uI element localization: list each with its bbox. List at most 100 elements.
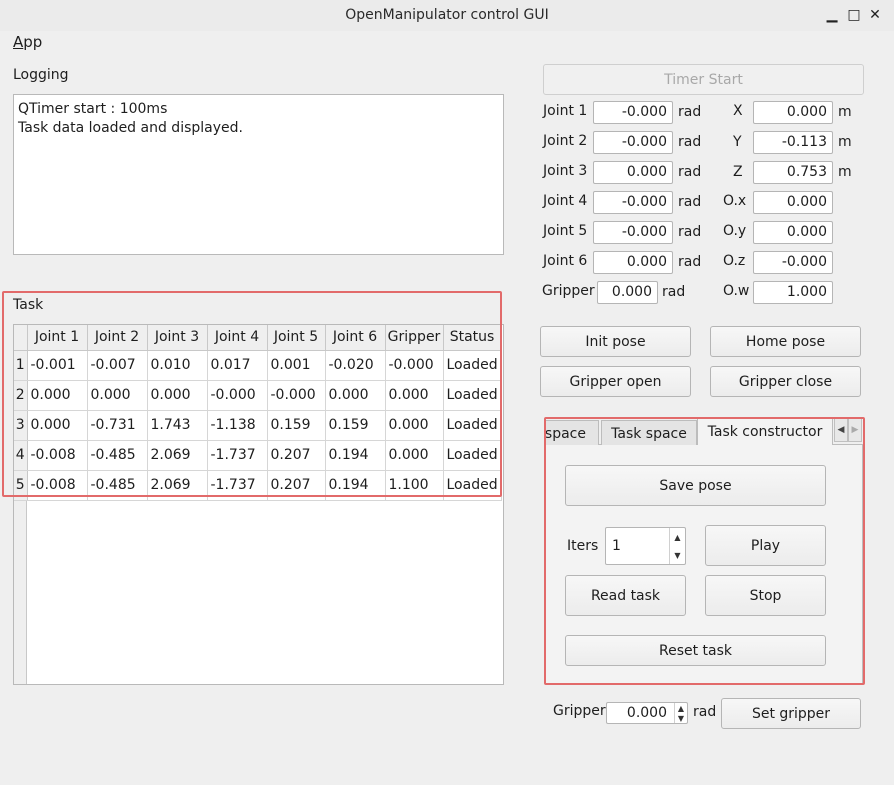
table-cell[interactable]: 0.159: [325, 410, 386, 441]
table-row[interactable]: 4 -0.008 -0.485 2.069 -1.737 0.207 0.194…: [14, 440, 502, 471]
column-header[interactable]: Joint 1: [27, 325, 88, 351]
read-task-button[interactable]: Read task: [565, 575, 686, 616]
row-index[interactable]: 4: [14, 440, 28, 471]
orientation-z-field[interactable]: -0.000: [753, 251, 833, 274]
save-pose-button[interactable]: Save pose: [565, 465, 826, 506]
table-cell[interactable]: 2.069: [147, 440, 208, 471]
joint-4-field[interactable]: -0.000: [593, 191, 673, 214]
table-cell[interactable]: 0.000: [27, 380, 88, 411]
table-cell[interactable]: -0.731: [87, 410, 148, 441]
row-index[interactable]: 3: [14, 410, 28, 441]
table-cell[interactable]: 0.000: [147, 380, 208, 411]
table-cell[interactable]: 1.743: [147, 410, 208, 441]
row-index[interactable]: 2: [14, 380, 28, 411]
table-row[interactable]: 5 -0.008 -0.485 2.069 -1.737 0.207 0.194…: [14, 470, 502, 501]
close-icon[interactable]: ✕: [867, 6, 883, 24]
column-header[interactable]: Status: [443, 325, 502, 351]
stop-button[interactable]: Stop: [705, 575, 826, 616]
row-index[interactable]: 1: [14, 350, 28, 381]
pose-y-field[interactable]: -0.113: [753, 131, 833, 154]
table-cell[interactable]: -0.020: [325, 350, 386, 381]
column-header[interactable]: Joint 6: [325, 325, 386, 351]
maximize-icon[interactable]: □: [846, 6, 862, 24]
table-cell[interactable]: 0.207: [267, 470, 326, 501]
table-cell[interactable]: 1.100: [385, 470, 444, 501]
table-cell[interactable]: 0.010: [147, 350, 208, 381]
table-cell[interactable]: 2.069: [147, 470, 208, 501]
joint-1-field[interactable]: -0.000: [593, 101, 673, 124]
joint-3-field[interactable]: 0.000: [593, 161, 673, 184]
table-cell[interactable]: 0.000: [27, 410, 88, 441]
table-cell[interactable]: -1.737: [207, 440, 268, 471]
table-cell[interactable]: 0.000: [385, 440, 444, 471]
tab-joint-space[interactable]: space: [545, 420, 599, 445]
orientation-y-field[interactable]: 0.000: [753, 221, 833, 244]
table-cell[interactable]: 0.000: [325, 380, 386, 411]
column-header[interactable]: Joint 5: [267, 325, 326, 351]
table-cell[interactable]: Loaded: [443, 350, 502, 381]
column-header[interactable]: Joint 2: [87, 325, 148, 351]
orientation-x-field[interactable]: 0.000: [753, 191, 833, 214]
play-button[interactable]: Play: [705, 525, 826, 566]
table-cell[interactable]: Loaded: [443, 470, 502, 501]
tab-scroll-left-icon[interactable]: ◀: [834, 418, 848, 442]
table-cell[interactable]: Loaded: [443, 410, 502, 441]
iters-spinbox[interactable]: 1 ▲ ▼: [605, 527, 686, 565]
orientation-w-field[interactable]: 1.000: [753, 281, 833, 304]
menu-app[interactable]: App: [13, 33, 42, 51]
table-cell[interactable]: 0.159: [267, 410, 326, 441]
reset-task-button[interactable]: Reset task: [565, 635, 826, 666]
table-cell[interactable]: -0.485: [87, 440, 148, 471]
table-row[interactable]: 3 0.000 -0.731 1.743 -1.138 0.159 0.159 …: [14, 410, 502, 441]
table-cell[interactable]: 0.194: [325, 440, 386, 471]
gripper-open-button[interactable]: Gripper open: [540, 366, 691, 397]
table-cell[interactable]: -0.008: [27, 440, 88, 471]
table-cell[interactable]: 0.000: [87, 380, 148, 411]
table-cell[interactable]: Loaded: [443, 380, 502, 411]
task-table[interactable]: Joint 1 Joint 2 Joint 3 Joint 4 Joint 5 …: [13, 324, 504, 685]
table-cell[interactable]: 0.000: [385, 410, 444, 441]
joint-2-field[interactable]: -0.000: [593, 131, 673, 154]
table-cell[interactable]: -0.485: [87, 470, 148, 501]
column-header[interactable]: Gripper: [385, 325, 444, 351]
table-cell[interactable]: Loaded: [443, 440, 502, 471]
gripper-field[interactable]: 0.000: [597, 281, 658, 304]
init-pose-button[interactable]: Init pose: [540, 326, 691, 357]
minimize-icon[interactable]: ▁: [824, 6, 840, 24]
spin-down-icon[interactable]: ▼: [674, 551, 680, 560]
table-cell[interactable]: -0.000: [267, 380, 326, 411]
iters-stepper[interactable]: ▲ ▼: [669, 528, 685, 564]
table-cell[interactable]: -0.007: [87, 350, 148, 381]
column-header[interactable]: Joint 4: [207, 325, 268, 351]
table-cell[interactable]: -1.737: [207, 470, 268, 501]
set-gripper-button[interactable]: Set gripper: [721, 698, 861, 729]
gripper-stepper[interactable]: ▲ ▼: [674, 703, 687, 723]
tab-task-constructor[interactable]: Task constructor: [697, 417, 833, 445]
table-cell[interactable]: 0.017: [207, 350, 268, 381]
column-header[interactable]: Joint 3: [147, 325, 208, 351]
table-cell[interactable]: -1.138: [207, 410, 268, 441]
timer-start-button[interactable]: Timer Start: [543, 64, 864, 95]
table-cell[interactable]: 0.001: [267, 350, 326, 381]
pose-z-field[interactable]: 0.753: [753, 161, 833, 184]
gripper-spinbox[interactable]: 0.000 ▲ ▼: [606, 702, 688, 724]
table-cell[interactable]: -0.001: [27, 350, 88, 381]
joint-5-field[interactable]: -0.000: [593, 221, 673, 244]
table-cell[interactable]: -0.000: [207, 380, 268, 411]
table-cell[interactable]: -0.008: [27, 470, 88, 501]
tab-scroll-right-icon[interactable]: ▶: [848, 418, 862, 442]
table-cell[interactable]: 0.194: [325, 470, 386, 501]
joint-6-field[interactable]: 0.000: [593, 251, 673, 274]
gripper-close-button[interactable]: Gripper close: [710, 366, 861, 397]
table-cell[interactable]: 0.000: [385, 380, 444, 411]
spin-up-icon[interactable]: ▲: [674, 533, 680, 542]
table-row[interactable]: 1 -0.001 -0.007 0.010 0.017 0.001 -0.020…: [14, 350, 502, 381]
tab-task-space[interactable]: Task space: [601, 420, 697, 445]
pose-x-field[interactable]: 0.000: [753, 101, 833, 124]
table-cell[interactable]: 0.207: [267, 440, 326, 471]
spin-down-icon[interactable]: ▼: [678, 714, 684, 723]
spin-up-icon[interactable]: ▲: [678, 704, 684, 713]
home-pose-button[interactable]: Home pose: [710, 326, 861, 357]
row-index[interactable]: 5: [14, 470, 28, 501]
log-textbox[interactable]: QTimer start : 100ms Task data loaded an…: [13, 94, 504, 255]
